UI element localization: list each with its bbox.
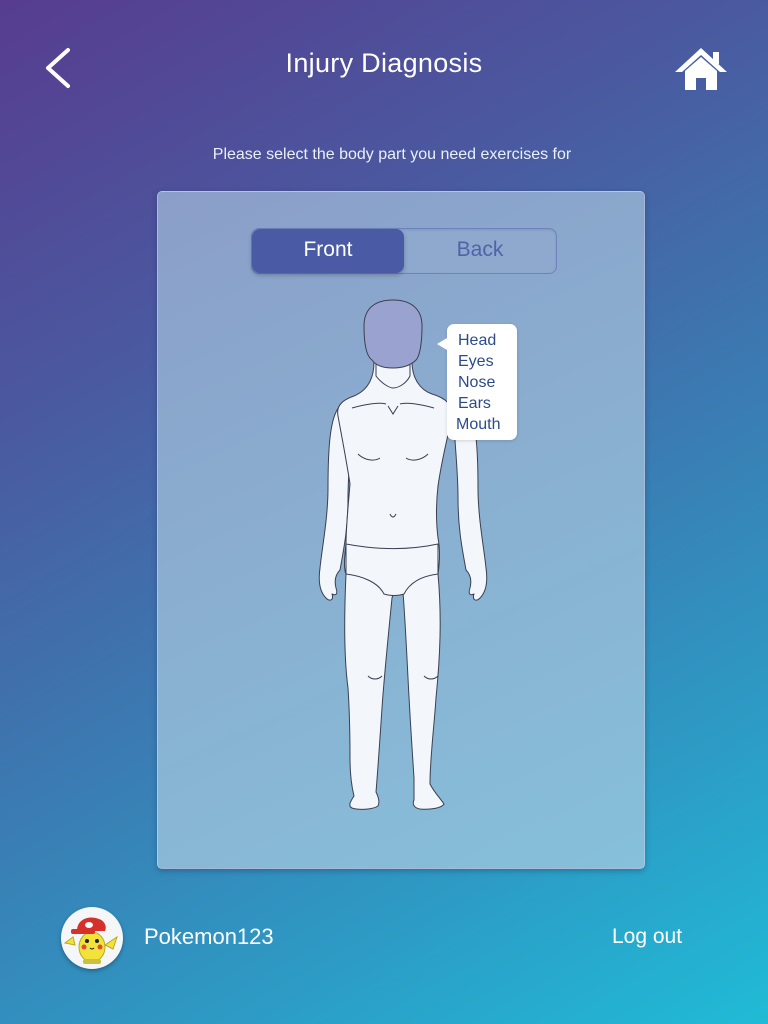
body-map-card: Front Back Head Eyes Nose Ears Mouth — [157, 191, 645, 869]
home-button[interactable] — [673, 44, 729, 94]
menu-item-ears[interactable]: Ears — [447, 393, 517, 414]
avatar[interactable] — [61, 907, 123, 969]
menu-item-eyes[interactable]: Eyes — [447, 351, 517, 372]
back-tab[interactable]: Back — [404, 229, 556, 273]
pikachu-avatar-icon — [63, 917, 118, 964]
menu-item-head[interactable]: Head — [447, 330, 517, 351]
username: Pokemon123 — [144, 924, 274, 949]
body-part-menu: Head Eyes Nose Ears Mouth — [437, 324, 517, 440]
head-region — [363, 299, 423, 369]
instruction-text: Please select the body part you need exe… — [212, 146, 572, 163]
home-icon — [675, 48, 727, 90]
menu-item-mouth[interactable]: Mouth — [447, 414, 517, 435]
logout-button[interactable]: Log out — [612, 925, 682, 949]
menu-item-nose[interactable]: Nose — [447, 372, 517, 393]
front-tab[interactable]: Front — [252, 229, 404, 273]
page-title: Injury Diagnosis — [285, 48, 483, 78]
front-back-toggle: Front Back — [251, 228, 557, 274]
